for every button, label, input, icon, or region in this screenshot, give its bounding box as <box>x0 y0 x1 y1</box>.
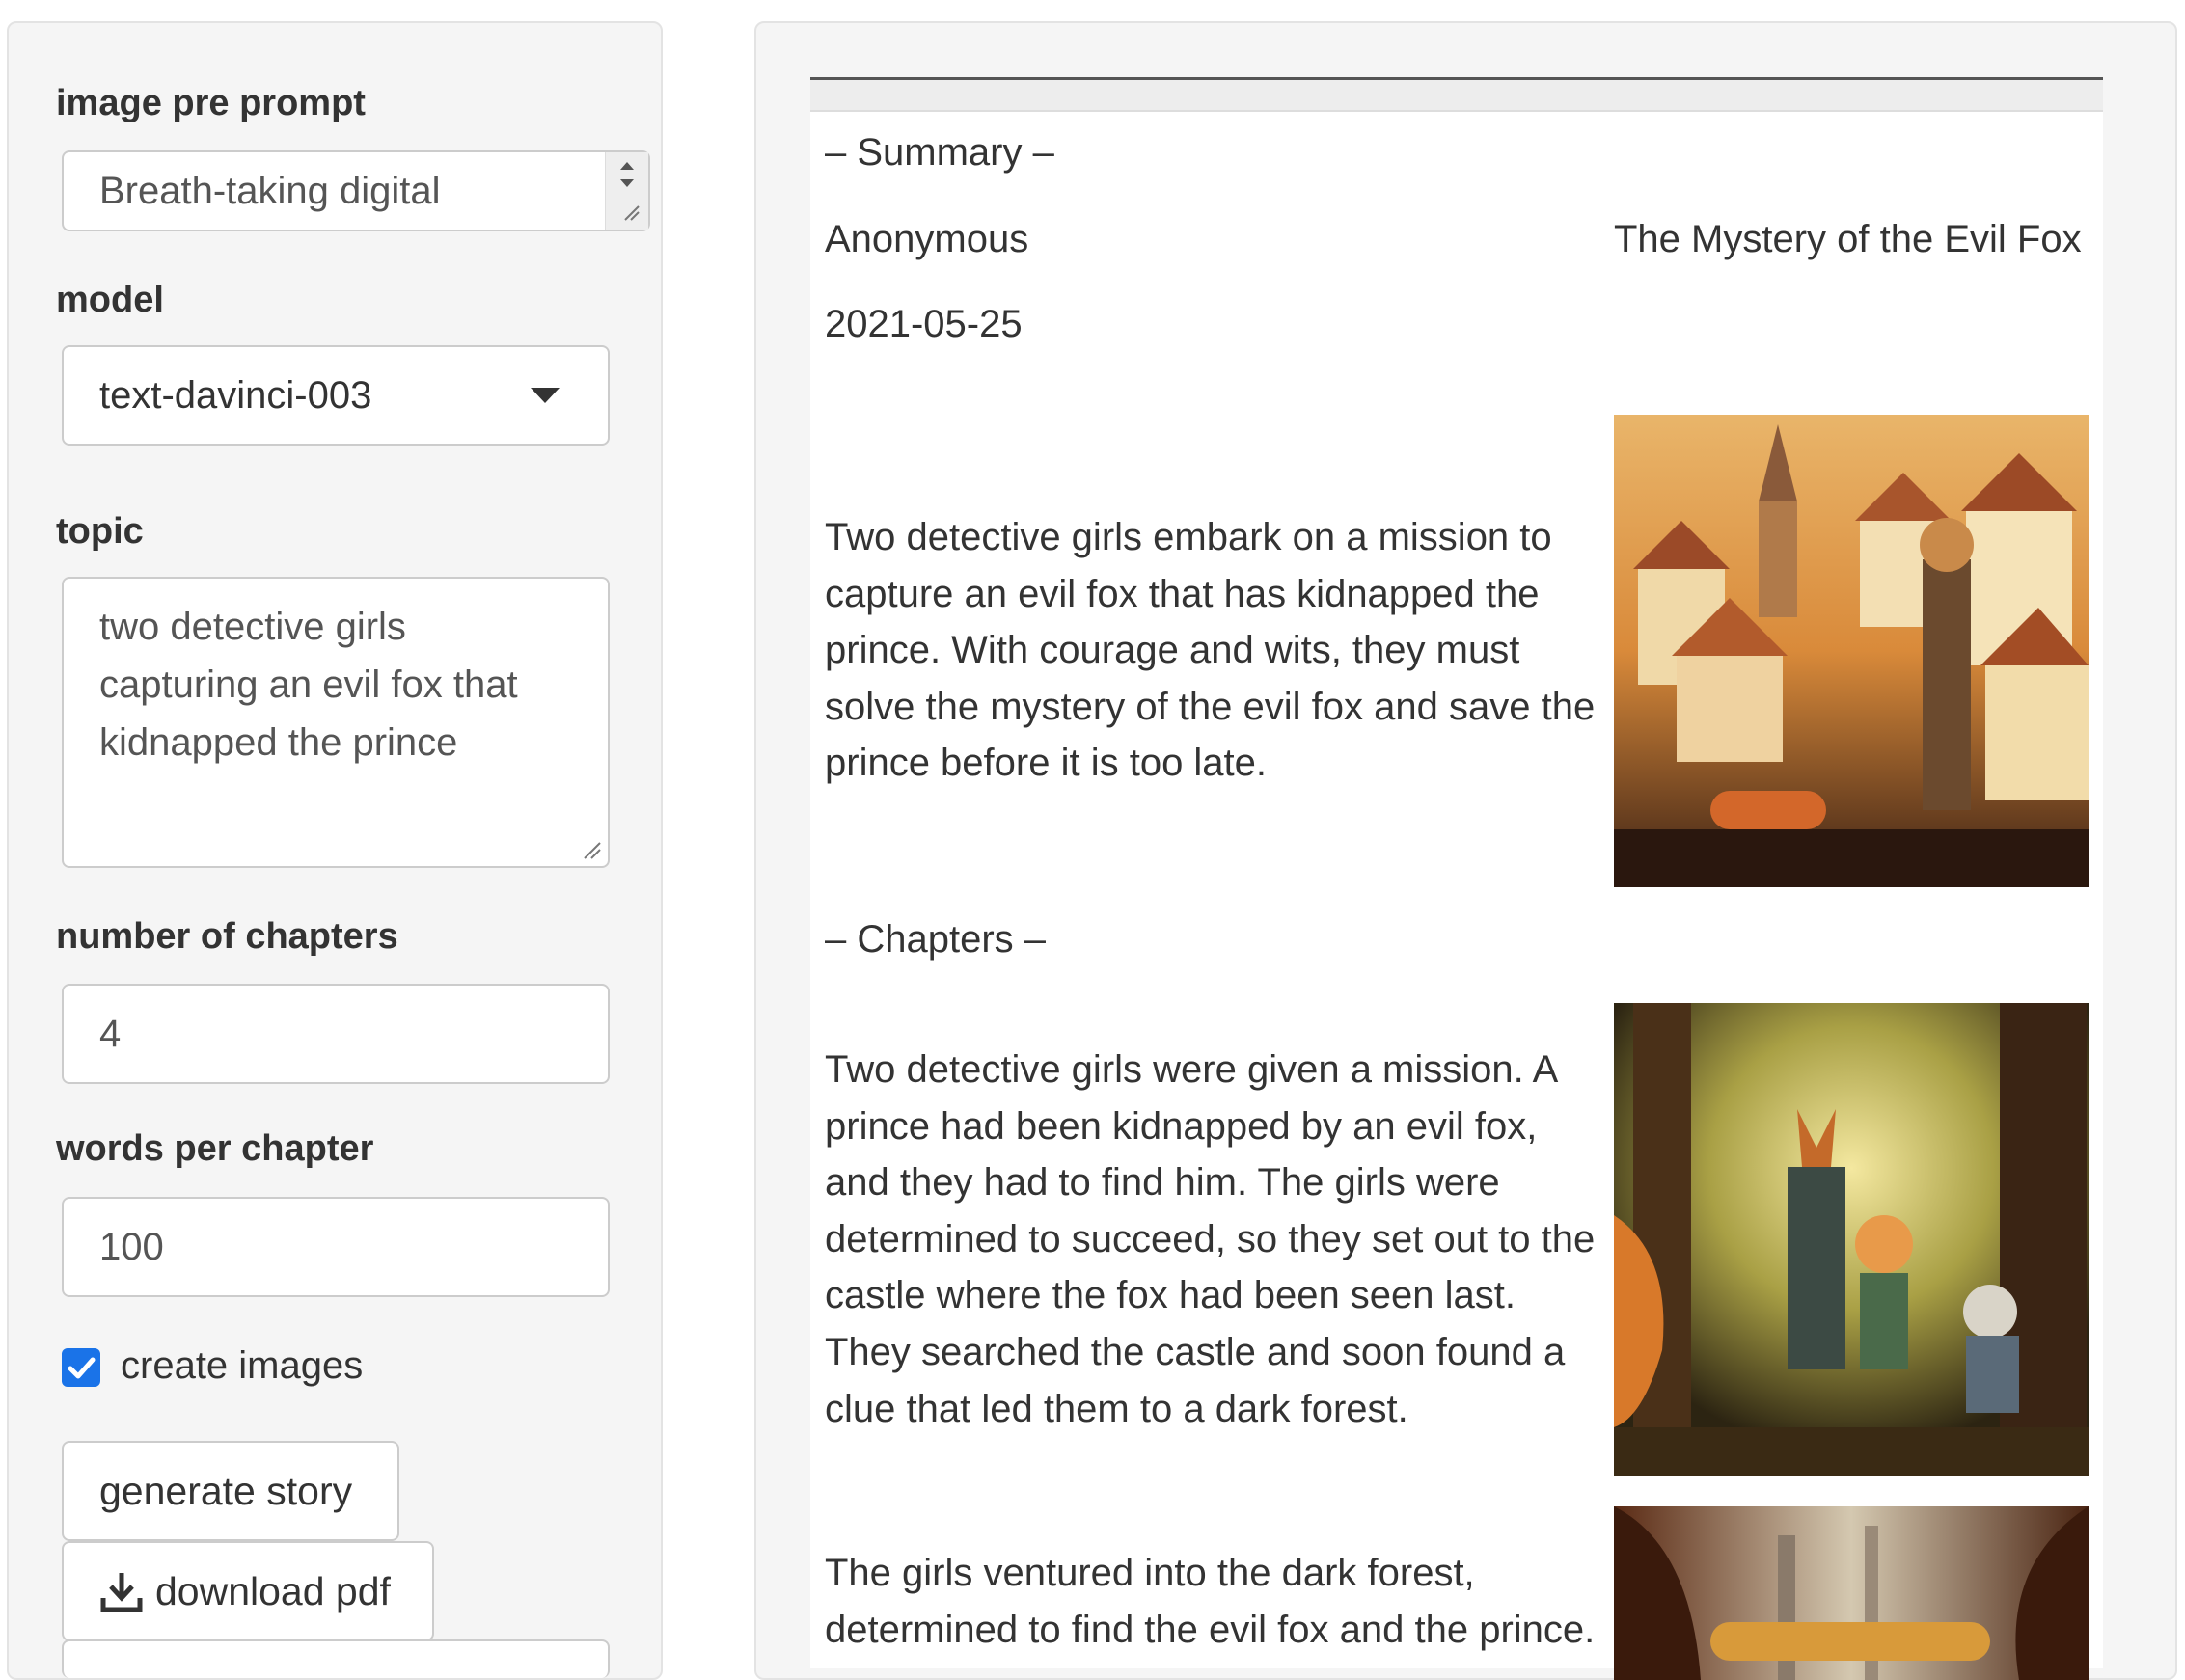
checkmark-icon <box>68 1357 96 1379</box>
chapters-count-label: number of chapters <box>56 916 398 957</box>
topic-label: topic <box>56 511 144 552</box>
topic-value: two detective girls capturing an evil fo… <box>99 606 518 764</box>
words-per-chapter-input[interactable]: 100 <box>62 1197 610 1297</box>
document-header-bar <box>810 77 2103 112</box>
words-per-chapter-value: 100 <box>99 1226 164 1268</box>
textarea-scrollbar[interactable] <box>605 152 648 230</box>
chapters-heading: – Chapters – <box>825 918 1047 961</box>
chapter-2-text: The girls ventured into the dark forest,… <box>825 1552 1596 1651</box>
topic-textarea[interactable]: two detective girls capturing an evil fo… <box>62 577 610 868</box>
generate-story-button[interactable]: generate story <box>62 1441 399 1541</box>
model-select-value: text-davinci-003 <box>99 374 372 417</box>
generate-story-label: generate story <box>99 1468 353 1513</box>
story-title: The Mystery of the Evil Fox <box>1614 218 2082 260</box>
model-select[interactable]: text-davinci-003 <box>62 345 610 446</box>
scroll-arrows-icon <box>620 162 640 221</box>
chapters-count-value: 4 <box>99 1013 122 1055</box>
download-icon <box>100 1573 143 1612</box>
model-label: model <box>56 280 164 320</box>
dark-forest-illustration <box>1614 1506 2089 1680</box>
create-images-checkbox[interactable] <box>62 1348 100 1387</box>
village-illustration <box>1614 415 2089 887</box>
create-images-label: create images <box>121 1344 364 1387</box>
image-pre-prompt-label: image pre prompt <box>56 83 366 123</box>
next-button-partial[interactable] <box>62 1639 610 1678</box>
story-author: Anonymous <box>825 218 1029 260</box>
chevron-down-icon <box>531 388 560 403</box>
download-pdf-label: download pdf <box>155 1568 391 1613</box>
image-pre-prompt-value: Breath-taking digital <box>99 170 441 212</box>
image-pre-prompt-input[interactable]: Breath-taking digital <box>62 150 650 231</box>
story-document: – Summary – Anonymous The Mystery of the… <box>810 77 2103 1680</box>
summary-heading: – Summary – <box>825 131 1054 174</box>
story-date: 2021-05-25 <box>825 303 1023 345</box>
resize-handle-icon[interactable] <box>581 839 602 860</box>
chapters-count-input[interactable]: 4 <box>62 984 610 1084</box>
summary-text: Two detective girls embark on a mission … <box>825 516 1596 785</box>
words-per-chapter-label: words per chapter <box>56 1128 374 1169</box>
chapter-1-text: Two detective girls were given a mission… <box>825 1048 1596 1430</box>
download-pdf-button[interactable]: download pdf <box>62 1541 434 1641</box>
forest-fox-illustration <box>1614 1003 2089 1476</box>
